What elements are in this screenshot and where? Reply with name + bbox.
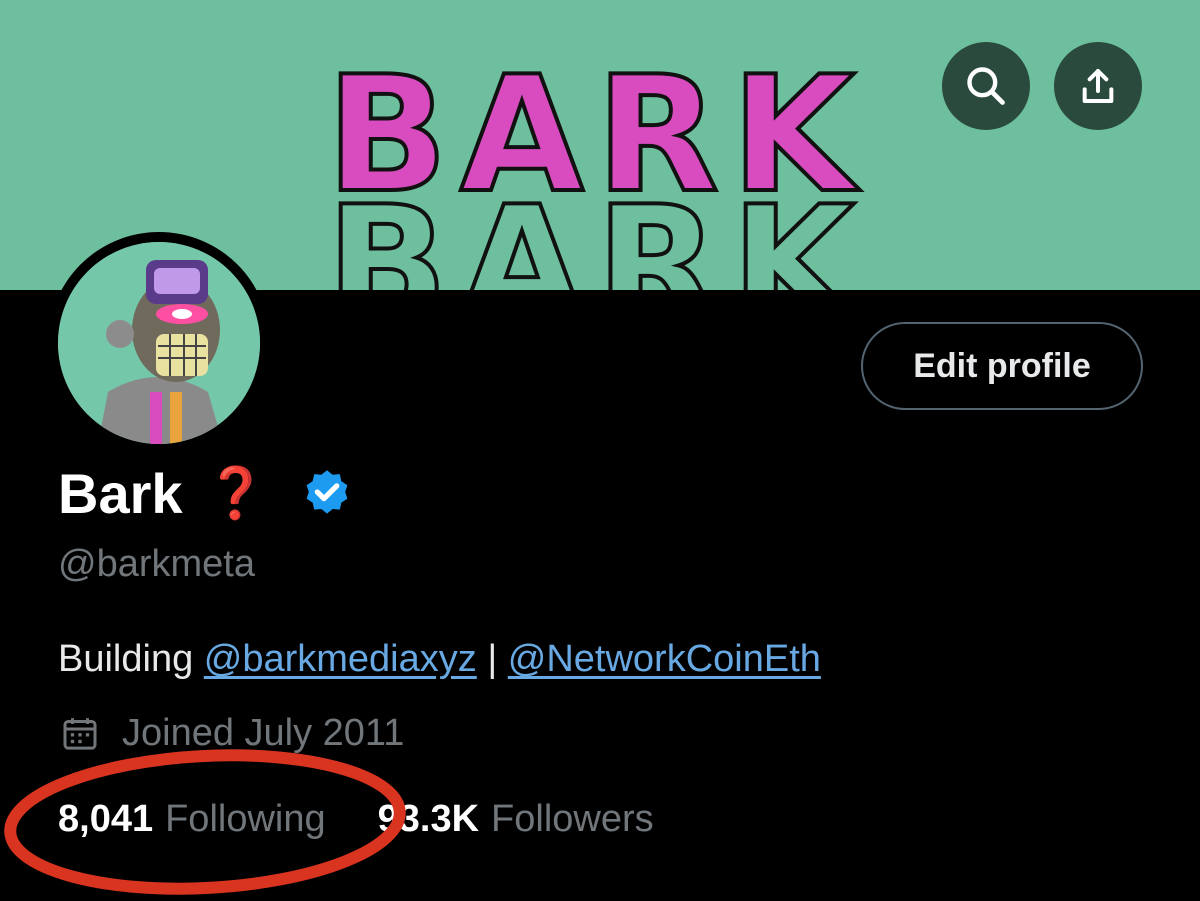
bio-prefix: Building bbox=[58, 638, 204, 680]
profile-bio: Building @barkmediaxyz | @NetworkCoinEth bbox=[58, 638, 821, 681]
joined-date-text: Joined July 2011 bbox=[122, 712, 405, 754]
followers-link[interactable]: 93.3K Followers bbox=[378, 798, 654, 841]
search-icon bbox=[967, 67, 1005, 105]
profile-name-row: Bark ❓ bbox=[58, 458, 353, 528]
profile-stats: 8,041 Following 93.3K Followers bbox=[58, 798, 654, 841]
following-count: 8,041 bbox=[58, 798, 154, 840]
share-icon bbox=[1082, 69, 1114, 103]
following-label: Following bbox=[165, 798, 326, 840]
search-button[interactable] bbox=[942, 42, 1030, 130]
verified-badge-icon[interactable] bbox=[301, 467, 353, 519]
profile-handle: @barkmeta bbox=[58, 543, 255, 585]
bio-link-barkmediaxyz[interactable]: @barkmediaxyz bbox=[204, 638, 477, 680]
name-emoji: ❓ bbox=[204, 464, 267, 521]
banner-art-text-echo: BARK bbox=[326, 171, 867, 290]
display-name: Bark bbox=[58, 461, 183, 525]
joined-date-row: Joined July 2011 bbox=[60, 712, 404, 755]
bio-link-networkcoineth[interactable]: @NetworkCoinEth bbox=[508, 638, 821, 680]
bio-separator: | bbox=[476, 638, 508, 680]
avatar[interactable] bbox=[58, 242, 260, 444]
followers-count: 93.3K bbox=[377, 798, 480, 840]
following-link[interactable]: 8,041 Following bbox=[58, 798, 326, 841]
ape-avatar-image bbox=[58, 242, 260, 444]
share-button[interactable] bbox=[1054, 42, 1142, 130]
banner-art: BARK BARK bbox=[324, 39, 867, 290]
edit-profile-button[interactable]: Edit profile bbox=[861, 322, 1143, 410]
followers-label: Followers bbox=[491, 798, 654, 840]
calendar-icon bbox=[60, 714, 100, 754]
